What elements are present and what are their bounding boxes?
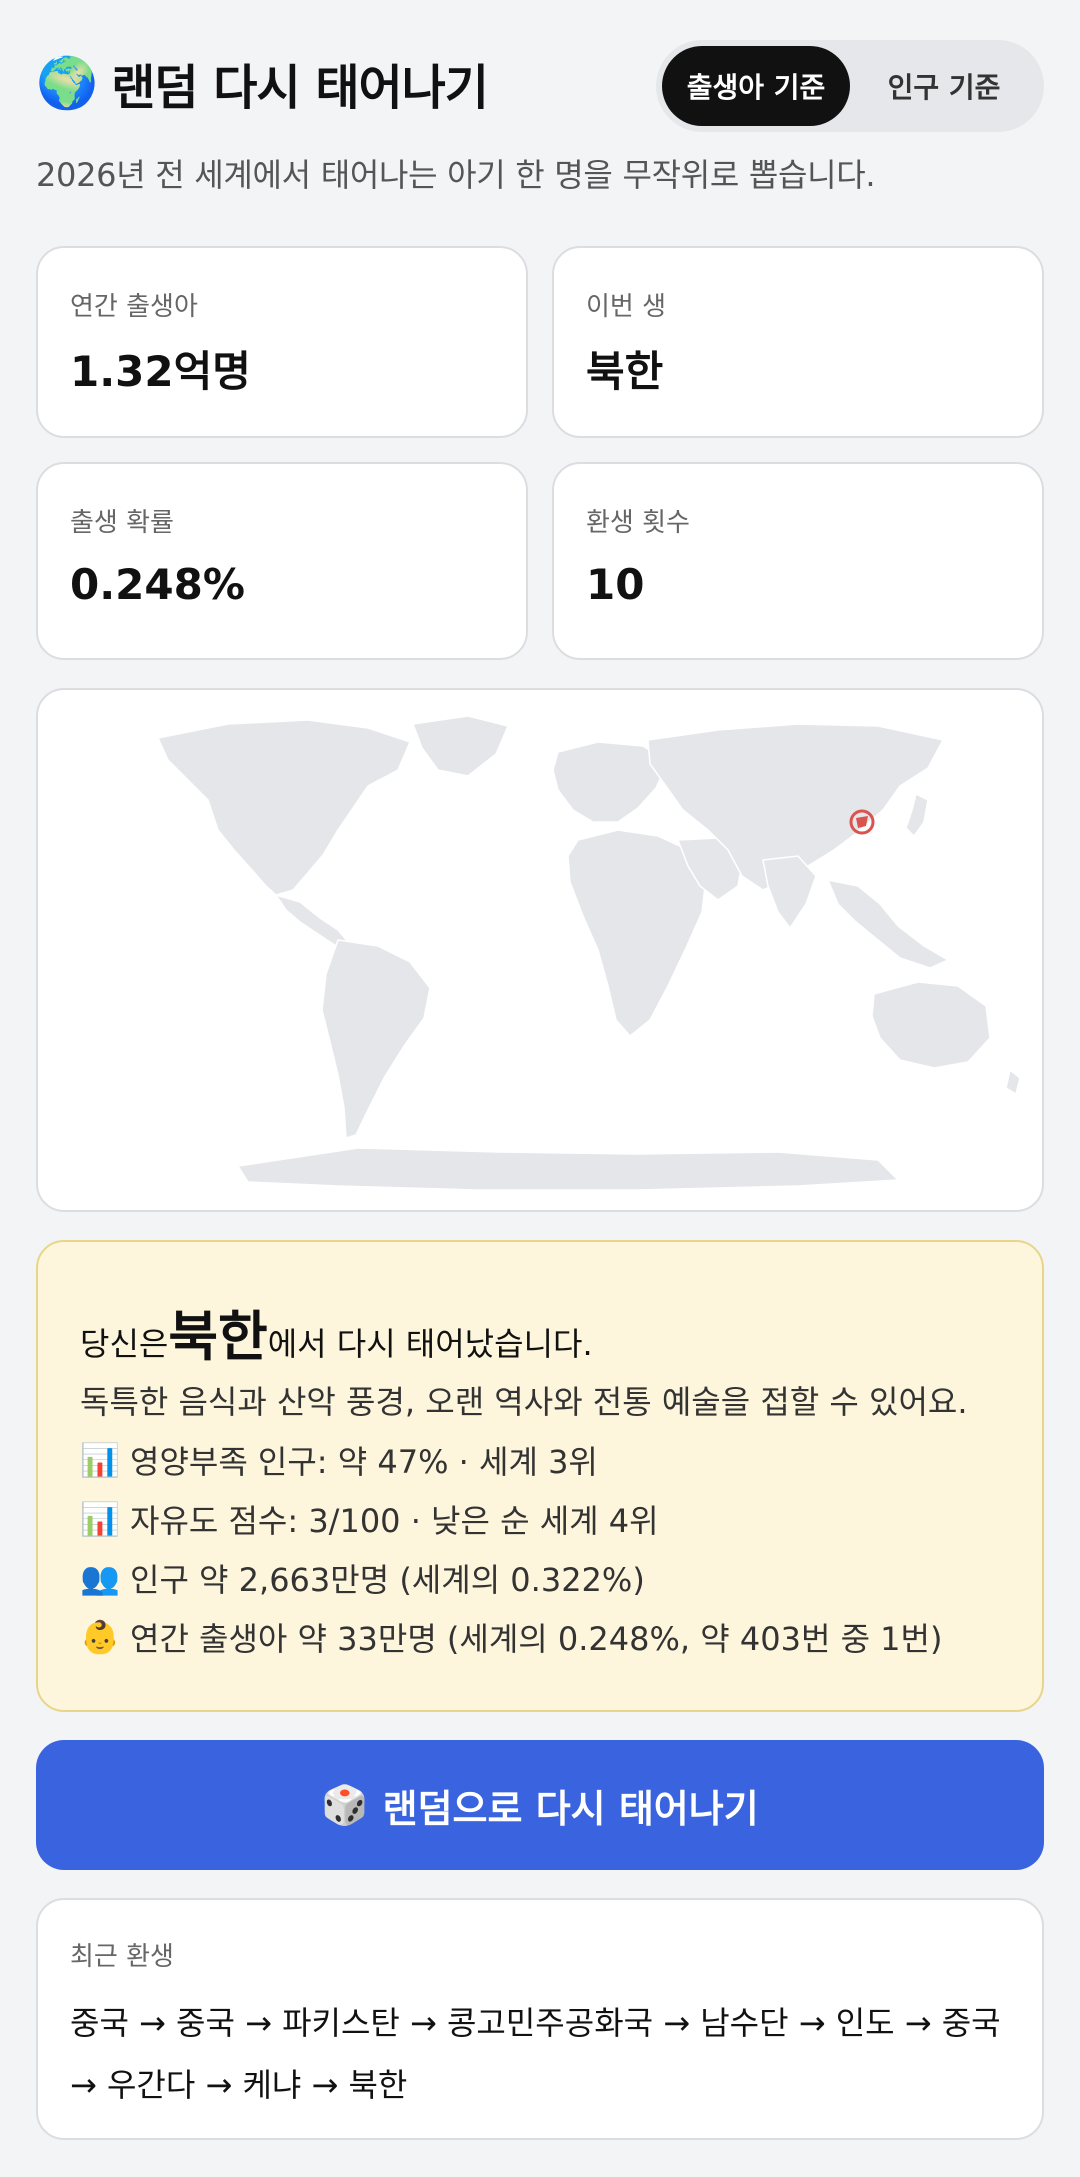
stat-card-rebirth-count: 환생 횟수 10 <box>552 462 1044 660</box>
baby-icon: 👶 <box>80 1618 120 1656</box>
fact-freedom-score: 📊 자유도 점수: 3/100 · 낮은 순 세계 4위 <box>80 1496 659 1542</box>
land-southeast-asia <box>826 878 950 969</box>
result-country: 북한 <box>168 1305 268 1368</box>
stat-label: 환생 횟수 <box>586 508 690 538</box>
stat-card-this-life: 이번 생 북한 <box>552 246 1044 438</box>
page-title: 🌍 랜덤 다시 태어나기 <box>36 48 489 118</box>
reroll-button[interactable]: 🎲 랜덤으로 다시 태어나기 <box>36 1740 1044 1870</box>
fact-population: 👥 인구 약 2,663만명 (세계의 0.322%) <box>80 1555 645 1601</box>
stat-label: 출생 확률 <box>70 508 174 538</box>
history-list: 중국 → 중국 → 파키스탄 → 콩고민주공화국 → 남수단 → 인도 → 중국… <box>70 2004 1001 2104</box>
stat-label: 연간 출생아 <box>70 292 198 322</box>
page-subtitle: 2026년 전 세계에서 태어나는 아기 한 명을 무작위로 뽑습니다. <box>36 156 876 194</box>
page-title-text: 랜덤 다시 태어나기 <box>111 60 489 116</box>
globe-icon: 🌍 <box>36 54 98 112</box>
tab-population-basis[interactable]: 인구 기준 <box>850 46 1038 126</box>
land-south-america <box>321 939 431 1139</box>
history-title: 최근 환생 <box>70 1942 174 1972</box>
world-map <box>36 688 1044 1212</box>
fact-text: 영양부족 인구: 약 47% · 세계 3위 <box>130 1443 598 1481</box>
stat-value: 10 <box>586 560 645 609</box>
stat-value: 북한 <box>586 347 664 396</box>
result-description: 독특한 음식과 산악 풍경, 오랜 역사와 전통 예술을 접할 수 있어요. <box>80 1383 968 1421</box>
reroll-button-label: 랜덤으로 다시 태어나기 <box>382 1786 759 1831</box>
world-map-graphic <box>156 715 1021 1191</box>
stat-card-birth-probability: 출생 확률 0.248% <box>36 462 528 660</box>
chart-icon: 📊 <box>80 1500 120 1538</box>
land-japan <box>905 792 929 838</box>
land-india <box>762 855 817 930</box>
land-north-america <box>156 719 412 896</box>
fact-text: 자유도 점수: 3/100 · 낮은 순 세계 4위 <box>130 1502 659 1540</box>
result-card: 당신은 북한 에서 다시 태어났습니다. 독특한 음식과 산악 풍경, 오랜 역… <box>36 1240 1044 1712</box>
stat-card-annual-births: 연간 출생아 1.32억명 <box>36 246 528 438</box>
stat-value: 1.32억명 <box>70 347 251 396</box>
result-headline: 당신은 북한 에서 다시 태어났습니다. <box>80 1292 593 1371</box>
land-antarctica <box>236 1147 900 1191</box>
chart-icon: 📊 <box>80 1441 120 1479</box>
fact-annual-births: 👶 연간 출생아 약 33만명 (세계의 0.248%, 약 403번 중 1번… <box>80 1614 942 1660</box>
land-greenland <box>411 715 510 777</box>
stat-label: 이번 생 <box>586 292 667 322</box>
tab-birth-basis[interactable]: 출생아 기준 <box>662 46 850 126</box>
dice-icon: 🎲 <box>321 1782 369 1827</box>
land-australia <box>871 981 991 1069</box>
fact-undernourishment: 📊 영양부족 인구: 약 47% · 세계 3위 <box>80 1437 598 1483</box>
stat-value: 0.248% <box>70 560 245 609</box>
history-card: 최근 환생 중국 → 중국 → 파키스탄 → 콩고민주공화국 → 남수단 → 인… <box>36 1898 1044 2140</box>
basis-toggle: 출생아 기준 인구 기준 <box>656 40 1044 132</box>
result-prefix: 당신은 <box>80 1325 169 1363</box>
header: 🌍 랜덤 다시 태어나기 출생아 기준 인구 기준 <box>36 40 1044 134</box>
people-icon: 👥 <box>80 1559 120 1597</box>
fact-text: 인구 약 2,663만명 (세계의 0.322%) <box>130 1561 645 1599</box>
fact-text: 연간 출생아 약 33만명 (세계의 0.248%, 약 403번 중 1번) <box>130 1620 943 1658</box>
result-suffix: 에서 다시 태어났습니다. <box>267 1325 593 1363</box>
land-new-zealand <box>1005 1068 1021 1096</box>
land-central-america <box>274 893 350 947</box>
